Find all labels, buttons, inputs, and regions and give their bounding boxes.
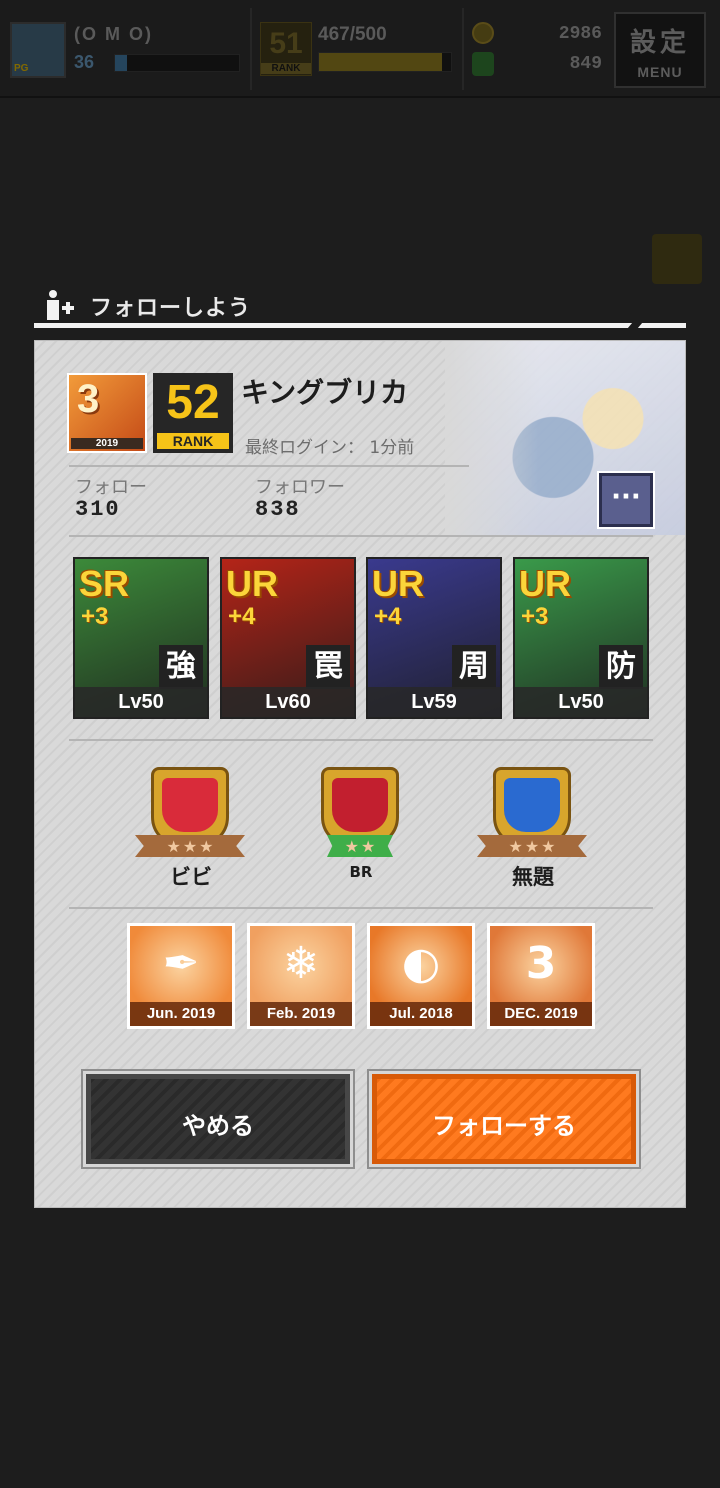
top-status-bar: PG (O M O) 36 51 RANK 467/500 2986 849 設… (0, 0, 720, 98)
emblem-inner (332, 778, 388, 832)
overlay-dimmer (0, 0, 720, 96)
card-plus: +4 (228, 603, 256, 630)
card-plus: +3 (521, 603, 549, 630)
card-level: Lv50 (515, 687, 647, 717)
divider (69, 535, 653, 537)
guild-name: BR (349, 863, 373, 881)
deck-card[interactable]: UR +4 罠 Lv60 (220, 557, 356, 719)
card-level: Lv60 (222, 687, 354, 717)
achievement-date: DEC. 2019 (490, 1002, 592, 1026)
side-hint-icon (652, 234, 702, 284)
ice-icon: ❄ (282, 938, 320, 989)
last-login: 最終ログイン： 1分前 (245, 438, 415, 458)
guild-emblem[interactable]: ★★★ 無題 (473, 761, 593, 891)
more-options-button[interactable]: ··· (597, 471, 655, 529)
add-friend-icon (47, 290, 74, 320)
card-role: 周 (452, 645, 496, 689)
deck-card[interactable]: SR +3 強 Lv50 (73, 557, 209, 719)
card-role: 防 (599, 645, 643, 689)
header-rule (34, 323, 686, 328)
card-plus: +3 (81, 603, 109, 630)
achievement-date: Jul. 2018 (370, 1002, 472, 1026)
achievement-badge[interactable]: 3 DEC. 2019 (487, 923, 595, 1029)
dialog-title: フォローしよう (90, 296, 252, 321)
guild-stars: ★★★ (508, 837, 558, 856)
card-rarity: SR (79, 563, 130, 604)
dialog-header: フォローしよう (34, 284, 686, 330)
emblem-inner (504, 778, 560, 832)
achievement-badge[interactable]: ❄ Feb. 2019 (247, 923, 355, 1029)
guild-stars: ★★★ (166, 837, 216, 856)
follow-dialog: 3 2019 52 RANK キングブリカ 最終ログイン： 1分前 フォロー 3… (34, 340, 686, 1208)
watermelon-icon: ◐ (401, 938, 441, 989)
follower-count: 838 (255, 497, 301, 522)
card-role: 強 (159, 645, 203, 689)
card-rarity: UR (372, 563, 424, 604)
achievement-date: Feb. 2019 (250, 1002, 352, 1026)
profile-anniversary-badge: 3 2019 (67, 373, 147, 453)
follow-count: 310 (75, 497, 121, 522)
card-level: Lv50 (75, 687, 207, 717)
guild-emblem[interactable]: ★★★ ビビ (131, 761, 251, 891)
emblem-inner (162, 778, 218, 832)
card-role: 罠 (306, 645, 350, 689)
card-rarity: UR (519, 563, 571, 604)
follower-label: フォロワー (255, 477, 345, 498)
divider (69, 907, 653, 909)
cancel-button-label: やめる (182, 1112, 254, 1140)
guild-stars: ★★ (344, 837, 378, 856)
deck-card[interactable]: UR +4 周 Lv59 (366, 557, 502, 719)
achievement-badge[interactable]: ✒ Jun. 2019 (127, 923, 235, 1029)
follow-button-label: フォローする (432, 1112, 576, 1140)
divider (69, 465, 469, 467)
card-level: Lv59 (368, 687, 500, 717)
follow-label: フォロー (75, 477, 147, 498)
divider (69, 739, 653, 741)
card-plus: +4 (374, 603, 402, 630)
guild-emblem[interactable]: ★★ BR (301, 761, 421, 891)
achievement-date: Jun. 2019 (130, 1002, 232, 1026)
profile-rank-number: 52 (166, 376, 220, 429)
anniversary-icon: 3 (525, 938, 557, 989)
achievement-badge[interactable]: ◐ Jul. 2018 (367, 923, 475, 1029)
profile-name: キングブリカ (241, 376, 409, 409)
guild-name: 無題 (512, 865, 554, 889)
badge-year: 2019 (71, 438, 143, 449)
follow-button[interactable]: フォローする (367, 1069, 641, 1169)
pen-icon: ✒ (162, 938, 200, 989)
deck-card[interactable]: UR +3 防 Lv50 (513, 557, 649, 719)
more-icon: ··· (611, 482, 641, 512)
badge-number: 3 (77, 377, 100, 421)
profile-rank-label: RANK (157, 433, 229, 449)
card-rarity: UR (226, 563, 278, 604)
cancel-button[interactable]: やめる (81, 1069, 355, 1169)
profile-rank-badge: 52 RANK (153, 373, 233, 453)
guild-name: ビビ (170, 865, 212, 889)
